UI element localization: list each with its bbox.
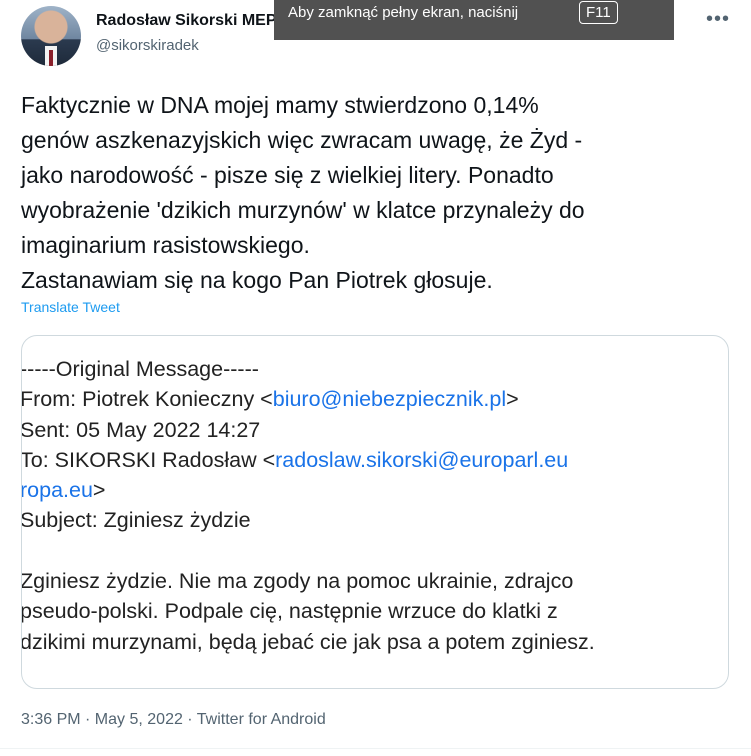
email-body-line: Zginiesz żydzie. Nie ma zgody na pomoc u… [21,569,574,594]
email-to-suffix: > [92,478,106,503]
tweet-text: Faktycznie w DNA mojej mamy stwierdzono … [21,88,731,298]
divider [0,748,751,749]
email-body-line: pseudo-polski. Podpale cię, następnie wr… [21,599,558,624]
email-subject: Subject: Zginiesz żydzie [21,508,251,533]
fullscreen-key-badge: F11 [579,1,618,24]
translate-tweet-link[interactable]: Translate Tweet [21,299,120,315]
fullscreen-banner-text: Aby zamknąć pełny ekran, naciśnij [288,4,519,21]
author-handle[interactable]: @sikorskiradek [96,37,199,54]
fullscreen-banner: Aby zamknąć pełny ekran, naciśnij F11 [274,0,674,40]
email-sent: Sent: 05 May 2022 14:27 [21,417,261,442]
email-from: From: Piotrek Konieczny <biuro@niebezpie… [21,384,595,414]
tweet-timestamp[interactable]: 3:36 PM · May 5, 2022 · Twitter for Andr… [21,711,326,729]
email-blank-line [22,536,595,566]
email-from-label: From: Piotrek Konieczny < [21,387,273,412]
email-to-label: To: SIKORSKI Radosław < [21,447,276,472]
email-to-address: radoslaw.sikorski@europarl.eu [275,447,569,472]
attached-image[interactable]: -----Original Message----- From: Piotrek… [21,335,729,689]
email-to-wrap: ropa.eu> [21,475,595,505]
more-options-icon[interactable]: ••• [706,8,730,31]
tweet-line: Zastanawiam się na kogo Pan Piotrek głos… [21,267,493,293]
tweet-line: imaginarium rasistowskiego. [21,232,310,258]
tweet-line: genów aszkenazyjskich więc zwracam uwagę… [21,127,583,153]
avatar[interactable] [21,6,81,66]
avatar-tie [49,50,53,66]
author-name[interactable]: Radosław Sikorski MEP [96,12,277,30]
email-from-suffix: > [506,387,519,412]
email-header: -----Original Message----- [21,357,259,381]
tweet-line: wyobrażenie 'dzikich murzynów' w klatce … [21,197,585,223]
email-to-address-cont: ropa.eu [21,478,93,503]
email-from-address: biuro@niebezpiecznik.pl [272,387,507,412]
tweet-line: jako narodowość - pisze się z wielkiej l… [21,162,554,188]
email-to: To: SIKORSKI Radosław <radoslaw.sikorski… [21,445,595,475]
tweet: Radosław Sikorski MEP @sikorskiradek Aby… [0,0,751,756]
email-body-line: dzikimi murzynami, będą jebać cie jak ps… [21,629,595,654]
tweet-line: Faktycznie w DNA mojej mamy stwierdzono … [21,92,539,118]
email-screenshot: -----Original Message----- From: Piotrek… [21,354,595,657]
